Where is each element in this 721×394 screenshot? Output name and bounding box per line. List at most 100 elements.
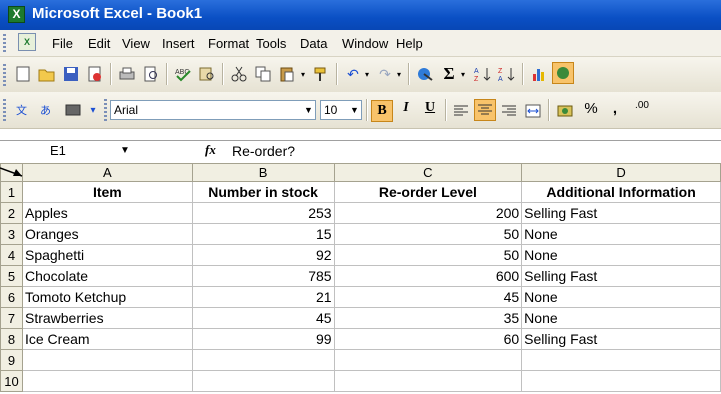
row-header[interactable]: 5 [0, 265, 23, 287]
cell[interactable]: 50 [333, 244, 523, 266]
cell[interactable]: Ice Cream [21, 328, 193, 350]
row-header[interactable]: 9 [0, 349, 23, 371]
toolbar-grip[interactable] [3, 99, 6, 121]
autosum-icon[interactable]: Σ [438, 63, 460, 85]
hyperlink-icon[interactable] [414, 63, 436, 85]
row-header[interactable]: 7 [0, 307, 23, 329]
format-painter-icon[interactable] [310, 63, 332, 85]
row-header[interactable]: 10 [0, 370, 23, 392]
redo-icon[interactable]: ↷ [374, 63, 396, 85]
align-center-icon[interactable] [474, 99, 496, 121]
cell[interactable] [521, 349, 721, 371]
formula-input[interactable]: Re-order? [232, 143, 295, 159]
cell[interactable]: 50 [333, 223, 523, 245]
cell[interactable]: Additional Information [521, 181, 721, 203]
undo-dropdown-icon[interactable]: ▾ [362, 63, 372, 85]
chart-wizard-icon[interactable] [528, 63, 550, 85]
cell[interactable]: 99 [191, 328, 335, 350]
row-header[interactable]: 6 [0, 286, 23, 308]
cell[interactable]: Selling Fast [521, 265, 721, 287]
autosum-dropdown-icon[interactable]: ▾ [458, 63, 468, 85]
underline-button[interactable]: U [419, 100, 441, 122]
row-header[interactable]: 4 [0, 244, 23, 266]
column-header-d[interactable]: D [521, 163, 721, 182]
language-icon[interactable]: 文 [14, 99, 36, 121]
workbook-icon[interactable]: X [18, 33, 36, 51]
cell[interactable]: Selling Fast [521, 202, 721, 224]
cell[interactable]: 92 [191, 244, 335, 266]
bold-button[interactable]: B [371, 100, 393, 122]
print-preview-icon[interactable] [140, 63, 162, 85]
cell[interactable]: None [521, 286, 721, 308]
menu-view[interactable]: View [122, 36, 150, 51]
cell[interactable]: Apples [21, 202, 193, 224]
paste-icon[interactable] [276, 63, 298, 85]
cell[interactable]: Oranges [21, 223, 193, 245]
increase-decimal-button[interactable]: .00 [628, 100, 656, 122]
font-size-select[interactable]: 10 ▼ [320, 100, 362, 120]
cell[interactable]: 253 [191, 202, 335, 224]
paste-dropdown-icon[interactable]: ▾ [298, 63, 308, 85]
copy-icon[interactable] [252, 63, 274, 85]
cell[interactable]: Re-order Level [333, 181, 523, 203]
cell[interactable]: Spaghetti [21, 244, 193, 266]
cell[interactable] [191, 370, 335, 392]
menu-tools[interactable]: Tools [256, 36, 286, 51]
cell[interactable] [191, 349, 335, 371]
image-icon[interactable] [62, 99, 84, 121]
cell[interactable]: 35 [333, 307, 523, 329]
menu-insert[interactable]: Insert [162, 36, 195, 51]
cell[interactable]: 45 [333, 286, 523, 308]
open-icon[interactable] [36, 63, 58, 85]
align-left-icon[interactable] [450, 100, 472, 122]
column-header-b[interactable]: B [191, 163, 335, 182]
menu-help[interactable]: Help [396, 36, 423, 51]
menu-format[interactable]: Format [208, 36, 249, 51]
chevron-down-icon[interactable]: ▼ [120, 141, 130, 161]
cell[interactable]: 15 [191, 223, 335, 245]
print-icon[interactable] [116, 63, 138, 85]
align-right-icon[interactable] [498, 100, 520, 122]
cell[interactable]: None [521, 307, 721, 329]
currency-icon[interactable] [554, 100, 576, 122]
sort-descending-icon[interactable]: ZA [496, 63, 518, 85]
comma-style-button[interactable]: , [604, 100, 626, 122]
menu-window[interactable]: Window [342, 36, 388, 51]
row-header[interactable]: 2 [0, 202, 23, 224]
cell[interactable]: 21 [191, 286, 335, 308]
cell[interactable] [333, 349, 523, 371]
cut-icon[interactable] [228, 63, 250, 85]
cell[interactable]: 785 [191, 265, 335, 287]
cell[interactable] [521, 370, 721, 392]
research-icon[interactable] [196, 63, 218, 85]
merge-center-icon[interactable] [522, 100, 544, 122]
toolbar-grip[interactable] [3, 64, 6, 86]
cell[interactable]: 45 [191, 307, 335, 329]
cell[interactable]: Tomoto Ketchup [21, 286, 193, 308]
cell[interactable] [21, 370, 193, 392]
cell[interactable]: 60 [333, 328, 523, 350]
cell[interactable]: None [521, 223, 721, 245]
cell[interactable] [333, 370, 523, 392]
cell[interactable]: 600 [333, 265, 523, 287]
redo-dropdown-icon[interactable]: ▾ [394, 63, 404, 85]
function-icon[interactable]: fx [205, 142, 216, 158]
menu-data[interactable]: Data [300, 36, 327, 51]
cell[interactable]: Number in stock [191, 181, 335, 203]
menu-file[interactable]: File [52, 36, 73, 51]
undo-icon[interactable]: ↶ [342, 63, 364, 85]
cell[interactable]: Strawberries [21, 307, 193, 329]
spelling-icon[interactable]: ABC [172, 63, 194, 85]
sort-ascending-icon[interactable]: AZ [472, 63, 494, 85]
new-icon[interactable] [12, 63, 34, 85]
row-header[interactable]: 3 [0, 223, 23, 245]
italic-button[interactable]: I [395, 100, 417, 122]
toolbar-grip[interactable] [3, 34, 6, 52]
toolbar-options-icon[interactable]: ▾ [86, 99, 100, 121]
name-box[interactable]: E1 ▼ [0, 141, 150, 161]
percent-button[interactable]: % [580, 100, 602, 122]
cell[interactable] [21, 349, 193, 371]
chevron-down-icon[interactable]: ▼ [348, 101, 361, 119]
cell[interactable]: 200 [333, 202, 523, 224]
font-name-select[interactable]: Arial ▼ [110, 100, 316, 120]
